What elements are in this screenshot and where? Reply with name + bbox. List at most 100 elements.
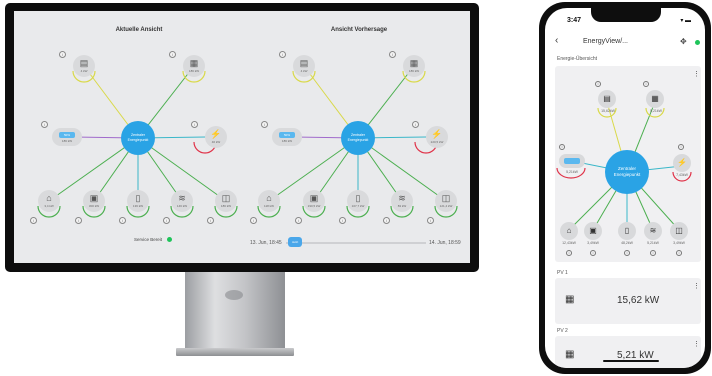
solar-grid-icon: ▦: [565, 294, 575, 305]
info-icon[interactable]: i: [261, 121, 268, 128]
info-icon[interactable]: i: [30, 217, 37, 224]
grid-node[interactable]: ⚡ 46 kW: [205, 126, 227, 148]
grid-node[interactable]: ⚡: [673, 154, 691, 172]
timeline-track[interactable]: [286, 242, 426, 244]
info-icon[interactable]: i: [191, 121, 198, 128]
consumer-node[interactable]: ▣: [584, 222, 602, 240]
heating-icon: ≋: [649, 226, 657, 235]
pv-node[interactable]: ▤ 4 kW: [73, 55, 95, 77]
info-icon[interactable]: i: [119, 217, 126, 224]
solar-panel-icon: ▤: [603, 94, 611, 103]
pv1-section-label: PV 1: [557, 270, 568, 276]
pv-node[interactable]: ▦ 186 kW: [403, 55, 425, 77]
solar-grid-icon: ▦: [189, 58, 199, 68]
pv2-section-label: PV 2: [557, 328, 568, 334]
info-icon[interactable]: i: [169, 51, 176, 58]
battery-icon: 50%: [59, 131, 75, 138]
pv-node[interactable]: ▦ 186 kW: [183, 55, 205, 77]
consumer-value: 3,49kW: [587, 241, 599, 245]
info-icon[interactable]: i: [295, 217, 302, 224]
heat-pump-icon: ◫: [221, 193, 231, 203]
consumer-node[interactable]: ▯ 107,7 kW: [347, 190, 369, 212]
kebab-menu-icon[interactable]: ⋮: [693, 340, 700, 348]
service-status-dot: [167, 237, 172, 242]
timeline-start-label: 13. Jun, 18:45: [250, 240, 282, 246]
battery-node[interactable]: [559, 154, 585, 168]
info-icon[interactable]: i: [389, 51, 396, 58]
pv-value: 15,62kW: [601, 109, 615, 113]
central-energy-hub[interactable]: Zentraler Energiepunkt: [605, 150, 649, 194]
info-icon[interactable]: i: [643, 81, 649, 87]
info-icon[interactable]: i: [559, 144, 565, 150]
consumer-node[interactable]: ⌂ 118 kW: [258, 190, 280, 212]
consumer-node[interactable]: ≋ 83 kW: [391, 190, 413, 212]
consumer-node[interactable]: ⌂ 3,4 kW: [38, 190, 60, 212]
info-icon[interactable]: i: [75, 217, 82, 224]
solar-grid-icon: ▦: [565, 349, 575, 360]
info-icon[interactable]: i: [383, 217, 390, 224]
heat-pump-icon: ◫: [675, 226, 683, 235]
monitor-stand: [185, 272, 285, 350]
ev-charger-icon: ▣: [309, 193, 319, 203]
info-icon[interactable]: i: [41, 121, 48, 128]
pv-node[interactable]: ▦: [646, 90, 664, 108]
info-icon[interactable]: i: [412, 121, 419, 128]
monitor-foot: [176, 348, 294, 356]
consumer-node[interactable]: ▯: [618, 222, 636, 240]
solar-grid-icon: ▦: [409, 58, 419, 68]
consumer-node[interactable]: ⌂: [560, 222, 578, 240]
consumer-value: 12,43kW: [562, 241, 576, 245]
consumer-node[interactable]: ▯ 136 kW: [127, 190, 149, 212]
grid-node[interactable]: ⚡ 220,5 kW: [426, 126, 448, 148]
info-icon[interactable]: i: [163, 217, 170, 224]
solar-panel-icon: ▤: [79, 58, 89, 68]
pv-node[interactable]: ▤: [598, 90, 616, 108]
heat-pump-icon: ◫: [441, 193, 451, 203]
charging-station-icon: ▯: [624, 226, 630, 235]
central-energy-hub[interactable]: Zentraler Energiepunkt: [341, 121, 375, 155]
pv1-value: 15,62 kW: [617, 295, 660, 306]
power-pylon-icon: ⚡: [210, 129, 222, 139]
info-icon[interactable]: i: [678, 144, 684, 150]
central-energy-hub[interactable]: Zentraler Energiepunkt: [121, 121, 155, 155]
ev-charger-icon: ▣: [89, 193, 99, 203]
pv-value: 5,21kW: [650, 109, 662, 113]
battery-node[interactable]: 50% 186 kW: [52, 128, 82, 146]
consumer-value: 3,49kW: [673, 241, 685, 245]
info-icon[interactable]: i: [624, 250, 630, 256]
consumer-node[interactable]: ◫: [670, 222, 688, 240]
timeline-end-label: 14. Jun, 18:59: [429, 240, 461, 246]
info-icon[interactable]: i: [207, 217, 214, 224]
battery-value: 5,21kW: [566, 170, 578, 174]
consumer-node[interactable]: ▣ 190,5 kW: [303, 190, 325, 212]
heating-icon: ≋: [178, 193, 186, 203]
pv-node[interactable]: ▤ 4 kW: [293, 55, 315, 77]
consumer-node[interactable]: ◫ 121,4 kW: [435, 190, 457, 212]
info-icon[interactable]: i: [650, 250, 656, 256]
info-icon[interactable]: i: [279, 51, 286, 58]
info-icon[interactable]: i: [339, 217, 346, 224]
consumer-node[interactable]: ≋ 146 kW: [171, 190, 193, 212]
info-icon[interactable]: i: [59, 51, 66, 58]
home-indicator: [603, 360, 659, 362]
service-status-label: Service Bereit: [134, 237, 163, 242]
consumer-node[interactable]: ≋: [644, 222, 662, 240]
consumer-node[interactable]: ▣ 300 kW: [83, 190, 105, 212]
flow-lines: [37, 65, 458, 218]
charging-station-icon: ▯: [355, 193, 361, 203]
consumer-node[interactable]: ◫ 186 kW: [215, 190, 237, 212]
info-icon[interactable]: i: [427, 217, 434, 224]
stand-cable-hole: [225, 290, 243, 300]
battery-node[interactable]: 50% 186 kW: [272, 128, 302, 146]
info-icon[interactable]: i: [590, 250, 596, 256]
info-icon[interactable]: i: [595, 81, 601, 87]
consumer-value: 48,2kW: [621, 241, 633, 245]
consumer-value: 5,21kW: [647, 241, 659, 245]
timeline-slider-thumb[interactable]: Jetzt: [288, 237, 302, 247]
monitor-screen: Aktuelle Ansicht Ansicht Vorhersage i ▤ 4…: [14, 11, 470, 263]
current-view-title: Aktuelle Ansicht: [115, 27, 163, 33]
kebab-menu-icon[interactable]: ⋮: [693, 282, 700, 290]
info-icon[interactable]: i: [676, 250, 682, 256]
info-icon[interactable]: i: [566, 250, 572, 256]
info-icon[interactable]: i: [250, 217, 257, 224]
